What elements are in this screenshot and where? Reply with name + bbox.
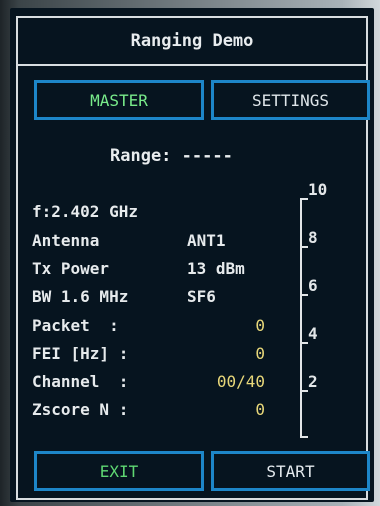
packet-value: 0 <box>255 316 265 335</box>
start-button[interactable]: START <box>211 451 370 491</box>
app-title: Ranging Demo <box>18 18 366 66</box>
channel-value: 00/40 <box>216 372 265 391</box>
tx-power-value: 13 dBm <box>187 259 245 278</box>
scale-tick-label: 4 <box>308 324 318 343</box>
scale-tick <box>300 198 308 200</box>
antenna-label: Antenna <box>32 231 100 250</box>
master-button[interactable]: MASTER <box>34 80 204 120</box>
scale-tick <box>300 342 308 344</box>
scale-tick-label: 2 <box>308 372 318 391</box>
range-value: ----- <box>181 146 233 166</box>
scale-tick <box>300 390 308 392</box>
scale-tick <box>300 294 308 296</box>
bandwidth-label: BW 1.6 MHz <box>32 287 129 306</box>
zscore-value: 0 <box>255 400 265 419</box>
scale-tick-label: 8 <box>308 228 318 247</box>
lcd-screen: Ranging Demo MASTER SETTINGS Range: ----… <box>10 8 374 502</box>
tx-power-label: Tx Power <box>32 259 110 278</box>
level-scale-axis <box>300 198 302 438</box>
range-readout: Range: ----- <box>110 146 370 170</box>
scale-tick-label: 6 <box>308 276 318 295</box>
scale-tick <box>300 246 308 248</box>
fei-value: 0 <box>255 344 265 363</box>
exit-button[interactable]: EXIT <box>34 451 204 491</box>
scale-tick <box>300 436 308 438</box>
spreading-factor-value: SF6 <box>187 287 216 306</box>
settings-button[interactable]: SETTINGS <box>211 80 370 120</box>
range-label: Range: <box>110 146 172 166</box>
scale-tick-label: 10 <box>308 180 328 199</box>
frequency-label: f:2.402 GHz <box>32 202 138 221</box>
antenna-value: ANT1 <box>187 231 226 250</box>
